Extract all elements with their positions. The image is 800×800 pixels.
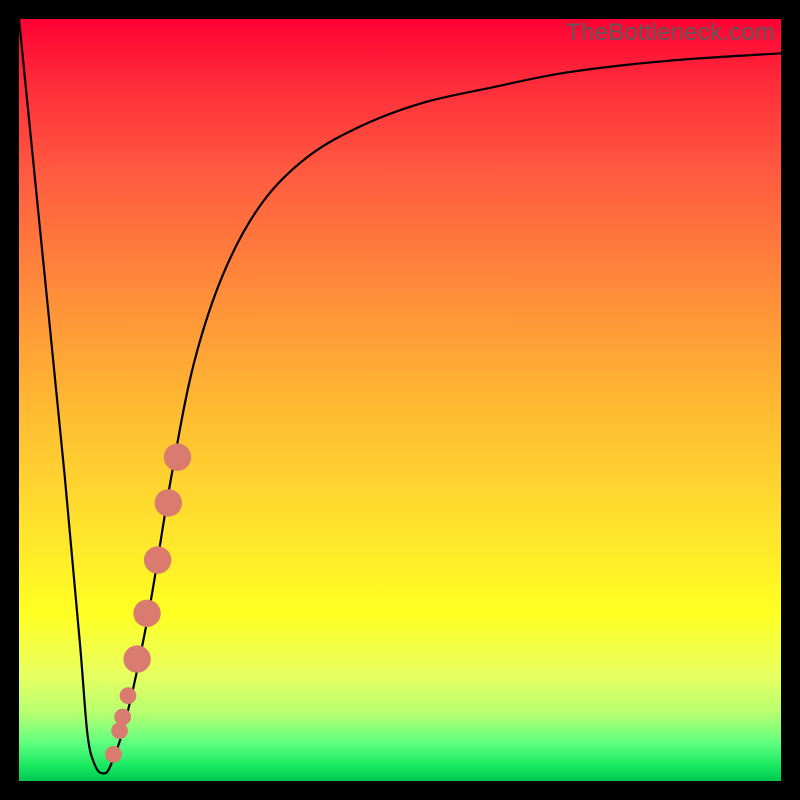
marker-dot — [105, 746, 122, 763]
marker-dot — [133, 600, 160, 627]
highlight-markers — [105, 443, 191, 762]
plot-area: TheBottleneck.com — [19, 19, 781, 781]
marker-dot — [120, 687, 137, 704]
chart-svg — [19, 19, 781, 781]
marker-dot — [123, 645, 150, 672]
marker-dot — [164, 443, 191, 470]
marker-dot — [155, 489, 182, 516]
marker-dot — [144, 546, 171, 573]
marker-dot — [114, 709, 131, 726]
frame: TheBottleneck.com — [0, 0, 800, 800]
